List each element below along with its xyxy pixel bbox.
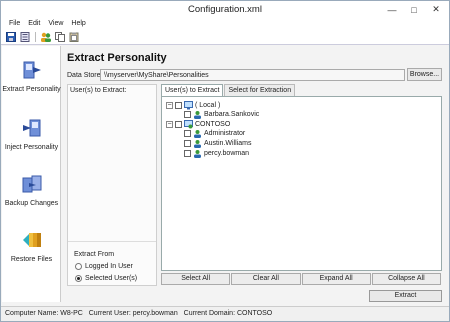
user-tree: − ( Local ) Barbara.Sankovic − CONTOSO A… [161, 96, 442, 271]
tree-node-user[interactable]: Administrator [184, 129, 245, 138]
browse-button[interactable]: Browse... [407, 68, 442, 81]
collapse-toggle[interactable]: − [166, 121, 173, 128]
radio-button[interactable] [75, 275, 82, 282]
minimize-button[interactable]: — [381, 1, 403, 18]
expand-all-button[interactable]: Expand All [301, 273, 371, 285]
main-content: Extract Personality Data Store \\myserve… [63, 46, 449, 302]
tree-node-local[interactable]: − ( Local ) [166, 101, 220, 110]
save-icon[interactable] [5, 31, 17, 43]
checkbox[interactable] [175, 102, 182, 109]
sidebar-item-label: Inject Personality [4, 144, 59, 151]
tree-button-row: Select All Clear All Expand All Collapse… [161, 273, 442, 285]
tab-select-for-extraction[interactable]: Select for Extraction [224, 84, 296, 96]
users-icon[interactable] [40, 31, 52, 43]
extract-button[interactable]: Extract [369, 290, 442, 302]
divider [68, 241, 156, 242]
clear-all-button[interactable]: Clear All [231, 273, 301, 285]
sidebar-item-label: Restore Files [10, 256, 53, 263]
menu-view[interactable]: View [44, 18, 67, 30]
tree-node-contoso[interactable]: − CONTOSO [166, 120, 230, 129]
toolbar [1, 30, 449, 45]
tab-bar: User(s) to Extract Select for Extraction [161, 84, 296, 96]
title-bar: Configuration.xml — □ ✕ [1, 1, 449, 18]
tree-node-label: CONTOSO [195, 121, 231, 128]
page-title: Extract Personality [67, 52, 167, 64]
tree-node-user[interactable]: Austin.Williams [184, 139, 251, 148]
collapse-toggle[interactable]: − [166, 102, 173, 109]
checkbox[interactable] [184, 130, 191, 137]
copy-icon[interactable] [54, 31, 66, 43]
radio-logged-in-user[interactable]: Logged In User [75, 263, 133, 270]
user-icon [194, 150, 201, 158]
extract-from-label: Extract From [74, 251, 115, 258]
checkbox[interactable] [184, 140, 191, 147]
user-icon [194, 111, 201, 119]
database-icon[interactable] [19, 31, 31, 43]
sidebar-item-extract-personality[interactable]: Extract Personality [2, 60, 61, 94]
sidebar-item-restore-files[interactable]: Restore Files [2, 230, 61, 264]
sidebar-item-backup-changes[interactable]: Backup Changes [2, 174, 61, 208]
extraction-panel: User(s) to Extract Select for Extraction… [159, 84, 444, 286]
radio-selected-users[interactable]: Selected User(s) [75, 275, 137, 282]
radio-label: Logged In User [85, 263, 133, 270]
data-store-field[interactable]: \\myserver\MyShare\Personalities [100, 69, 405, 81]
radio-label: Selected User(s) [85, 275, 138, 282]
inject-personality-icon [22, 119, 40, 137]
menu-help[interactable]: Help [67, 18, 89, 30]
status-current-domain: Current Domain: CONTOSO [183, 310, 273, 317]
computer-icon [184, 101, 193, 110]
checkbox[interactable] [184, 111, 191, 118]
tree-node-user[interactable]: Barbara.Sankovic [184, 110, 259, 119]
sidebar-item-inject-personality[interactable]: Inject Personality [2, 118, 61, 152]
tree-node-label: Barbara.Sankovic [204, 111, 260, 118]
status-bar: Computer Name: W8-PC Current User: percy… [1, 306, 449, 321]
window-controls: — □ ✕ [381, 1, 447, 18]
user-icon [194, 130, 201, 138]
restore-files-icon [22, 233, 41, 247]
sidebar-item-label: Extract Personality [2, 86, 61, 93]
tree-node-user[interactable]: percy.bowman [184, 149, 249, 158]
domain-icon [184, 120, 193, 129]
users-to-extract-panel: User(s) to Extract: Extract From Logged … [67, 84, 157, 286]
collapse-all-button[interactable]: Collapse All [371, 273, 441, 285]
tree-node-label: Administrator [204, 130, 246, 137]
data-store-label: Data Store [67, 72, 101, 79]
status-computer-name: Computer Name: W8-PC [5, 310, 83, 317]
radio-button[interactable] [75, 263, 82, 270]
backup-changes-icon [22, 175, 41, 193]
tree-node-label: Austin.Williams [204, 140, 252, 147]
app-window: Configuration.xml — □ ✕ File Edit View H… [0, 0, 450, 322]
radio-selected-dot [77, 277, 80, 280]
menu-edit[interactable]: Edit [24, 18, 44, 30]
menu-file[interactable]: File [5, 18, 24, 30]
toolbar-separator [35, 32, 36, 42]
extract-personality-icon [23, 61, 41, 79]
tree-node-label: ( Local ) [195, 102, 221, 109]
checkbox[interactable] [175, 121, 182, 128]
sidebar-item-label: Backup Changes [4, 200, 59, 207]
users-to-extract-label: User(s) to Extract: [70, 87, 127, 94]
menu-bar: File Edit View Help [1, 18, 449, 30]
tree-node-label: percy.bowman [204, 150, 250, 157]
close-button[interactable]: ✕ [425, 1, 447, 18]
user-icon [194, 140, 201, 148]
checkbox[interactable] [184, 150, 191, 157]
select-all-button[interactable]: Select All [161, 273, 231, 285]
paste-icon[interactable] [68, 31, 80, 43]
sidebar: Extract Personality Inject Personality B… [2, 46, 61, 302]
maximize-button[interactable]: □ [403, 1, 425, 18]
tab-users-to-extract[interactable]: User(s) to Extract [161, 84, 224, 96]
status-current-user: Current User: percy.bowman [88, 310, 178, 317]
